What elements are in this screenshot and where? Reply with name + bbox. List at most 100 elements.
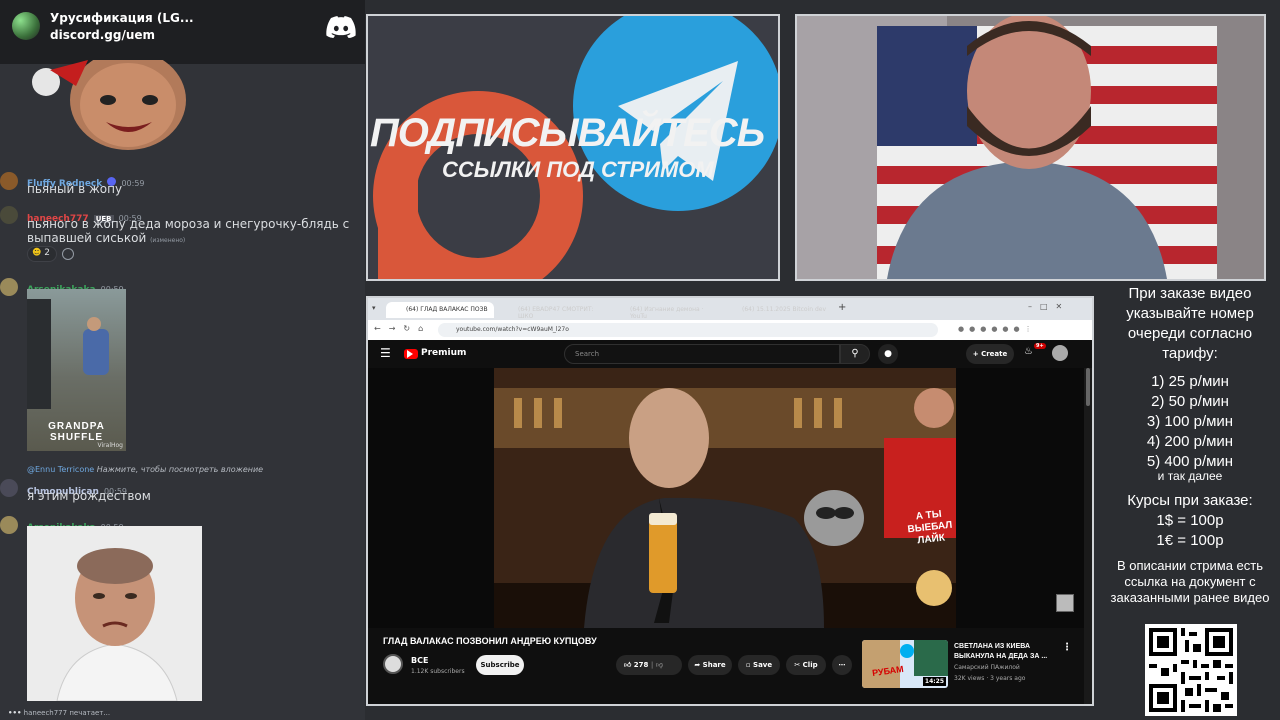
scrollbar-thumb[interactable] (1086, 368, 1090, 406)
qr-code-icon[interactable] (1145, 624, 1237, 716)
duration-badge: 14:25 (922, 677, 946, 686)
video-frame-image (494, 368, 956, 628)
play-glyph-icon (407, 350, 413, 358)
message-time: 00:59 (121, 179, 145, 188)
notifications-bell-icon[interactable]: ♨ (1024, 346, 1033, 357)
avatar[interactable] (0, 516, 18, 534)
youtube-brand: Premium (421, 348, 467, 358)
like-icon: 👍︎ (624, 661, 632, 669)
avatar[interactable] (0, 206, 18, 224)
avatar[interactable] (0, 479, 18, 497)
gif-attachment[interactable]: GRANDPA SHUFFLE ViralHog (27, 289, 126, 451)
search-input[interactable]: Search (564, 344, 840, 364)
clip-button[interactable]: ✂ Clip (786, 655, 826, 675)
reaction-chip[interactable]: ☻ 2 (27, 246, 57, 262)
save-button[interactable]: ▫ Save (738, 655, 780, 675)
doc-note: В описании стрима есть ссылка на докумен… (1110, 558, 1270, 605)
dislike-icon[interactable]: | 👎︎ (651, 661, 663, 669)
create-label: Create (981, 350, 1008, 358)
tab-active[interactable]: (64) ГЛАД ВАЛАКАС ПОЗВ (386, 302, 494, 318)
banner-title: ПОДПИСЫВАЙТЕСЬ (370, 111, 765, 155)
tab[interactable]: (64) EBADP47 СМОТРИТ: ШКО (498, 302, 606, 320)
address-bar[interactable]: youtube.com/watch?v=cW9auM_l27o (438, 323, 938, 337)
microphone-icon[interactable]: ● (878, 344, 898, 364)
order-instructions: При заказе видео указывайте номер очеред… (1126, 285, 1254, 362)
tariff-4: 4) 200 р/мин (1146, 433, 1234, 450)
typing-text: haneech777 печатает... (23, 709, 111, 717)
reply-author: @Ennu Terricone (27, 465, 95, 474)
hamburger-menu-icon[interactable]: ☰ (380, 346, 391, 360)
recommended-thumbnail[interactable]: РУБАМ 14:25 (862, 640, 948, 688)
create-button[interactable]: + Create (966, 344, 1014, 364)
tariff-1: 1) 25 р/мин (1151, 373, 1229, 390)
more-actions-icon[interactable]: ⋯ (832, 655, 852, 675)
share-button[interactable]: ➦ Share (688, 655, 732, 675)
like-count: 278 (633, 661, 649, 669)
channel-name[interactable]: ВСЕ (411, 656, 428, 665)
profile-avatar[interactable] (1052, 345, 1068, 361)
more-options-icon[interactable]: ⋮ (1062, 642, 1072, 653)
window-controls[interactable]: –□✕ (1028, 302, 1070, 311)
reply-text: Нажмите, чтобы посмотреть вложение (96, 465, 264, 474)
scrollbar[interactable] (1084, 368, 1092, 704)
discord-chat-panel: Урусификация (LG... discord.gg/uem Fluff… (0, 0, 365, 720)
youtube-header: ☰ Premium Search ⚲ ● + Create ♨ 9+ (368, 340, 1092, 368)
webcam-scene (797, 16, 1264, 279)
rate-usd: 1$ = 100р (1156, 512, 1224, 529)
channel-avatar[interactable] (383, 654, 403, 674)
share-label: Share (702, 661, 726, 669)
share-icon: ➦ (694, 661, 701, 669)
recommended-channel[interactable]: Самарский ПАжилой (954, 664, 1020, 671)
video-title: ГЛАД ВАЛАКАС ПОЗВОНИЛ АНДРЕЮ КУПЦОВУ (383, 636, 597, 646)
tab-label: (64) Изгнание демона · YouTu (630, 306, 704, 320)
skype-icon (900, 644, 914, 658)
emoji-icon: ☻ (32, 248, 42, 258)
car-shape (27, 299, 51, 409)
tab-label: (64) ГЛАД ВАЛАКАС ПОЗВ (406, 306, 488, 313)
watermark: ViralHog (97, 442, 123, 449)
subscriber-count: 1.12K subscribers (411, 668, 465, 675)
search-icon[interactable]: ⚲ (840, 344, 870, 364)
discord-server-header[interactable]: Урусификация (LG... discord.gg/uem (0, 0, 365, 64)
sticker-image[interactable] (28, 60, 193, 155)
server-icon (12, 12, 40, 40)
avatar[interactable] (0, 278, 18, 296)
channel-watermark-icon[interactable] (1056, 594, 1074, 612)
save-icon: ▫ (745, 661, 751, 669)
tab-menu-icon[interactable]: ▾ (372, 304, 382, 314)
save-label: Save (753, 661, 773, 669)
person-shape (83, 329, 109, 375)
new-tab-icon[interactable]: + (838, 302, 846, 313)
thumb-right-image (914, 640, 948, 676)
tab[interactable]: (64) 15.11.2025 Bitcoin dev (722, 302, 830, 318)
browser-window: ▾ (64) ГЛАД ВАЛАКАС ПОЗВ (64) EBADP47 СМ… (366, 296, 1094, 706)
tab[interactable]: (64) Изгнание демона · YouTu (610, 302, 718, 320)
edited-label: (изменено) (150, 237, 186, 244)
typing-dots-icon: ••• (8, 709, 22, 717)
add-reaction-icon[interactable] (62, 248, 74, 260)
subscribe-banner: ПОДПИСЫВАЙТЕСЬ ССЫЛКИ ПОД СТРИМОМ (366, 14, 780, 281)
tariff-2: 2) 50 р/мин (1151, 393, 1229, 410)
like-button[interactable]: 👍︎ 278 | 👎︎ (616, 655, 682, 675)
nav-buttons-icon[interactable]: ←→↻⌂ (374, 324, 431, 333)
message-body: пьяного в жопу деда мороза и снегурочку-… (27, 217, 350, 245)
tab-label: (64) EBADP47 СМОТРИТ: ШКО (518, 306, 594, 320)
rates-title: Курсы при заказе: (1127, 492, 1253, 509)
discord-logo-icon (326, 16, 356, 38)
tariff-3: 3) 100 р/мин (1146, 413, 1234, 430)
webcam-feed (795, 14, 1266, 281)
extension-icons[interactable]: ●●●●●●⋮ (958, 325, 1078, 333)
tab-label: (64) 15.11.2025 Bitcoin dev (742, 306, 827, 313)
rate-eur: 1€ = 100р (1156, 532, 1224, 549)
reply-preview[interactable]: @Ennu Terricone Нажмите, чтобы посмотрет… (27, 465, 263, 474)
recommended-title[interactable]: СВЕТЛАНА ИЗ КИЕВА ВЫКАНУЛА НА ДЕДА ЗА ..… (954, 642, 1050, 662)
gif-caption: GRANDPA SHUFFLE (48, 421, 105, 443)
clip-icon: ✂ (794, 661, 801, 669)
avatar[interactable] (0, 172, 18, 190)
video-player[interactable]: А ТЫ ВЫЕБАЛ ЛАЙК (368, 368, 1084, 628)
image-attachment[interactable] (27, 526, 202, 701)
message-text: пьяный в жопу (27, 182, 123, 196)
thumbnail-overlay-text: А ТЫ ВЫЕБАЛ ЛАЙК (907, 508, 953, 547)
clip-label: Clip (802, 661, 818, 669)
subscribe-button[interactable]: Subscribe (476, 655, 524, 675)
